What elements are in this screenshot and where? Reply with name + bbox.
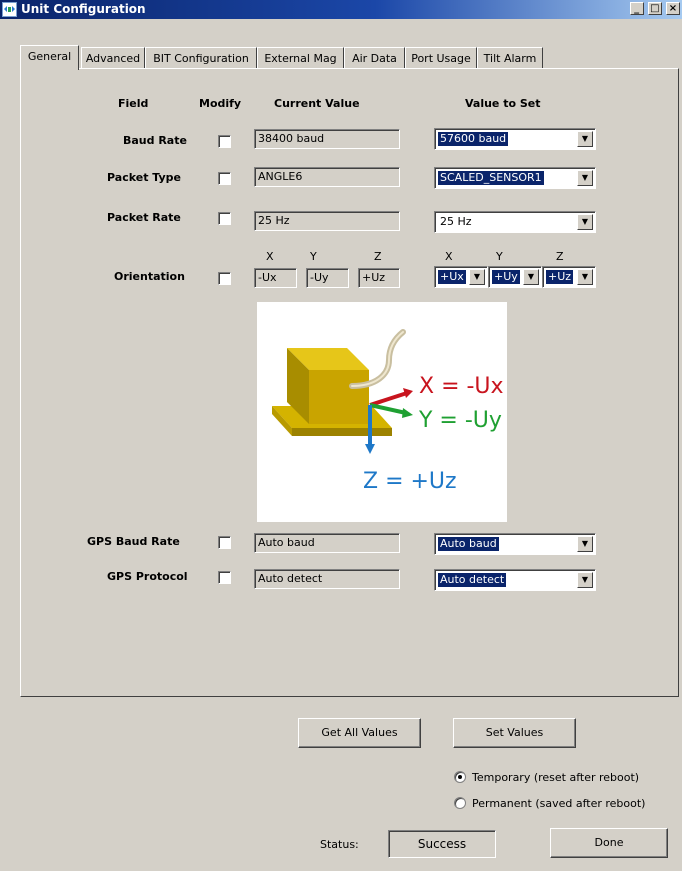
baud-rate-select-value: 57600 baud	[438, 132, 509, 146]
gps-baud-rate-current-value: Auto baud	[254, 533, 400, 553]
app-icon	[2, 2, 17, 17]
orientation-diagram: X = -Ux Y = -Uy Z = +Uz	[257, 302, 507, 522]
packet-type-label: Packet Type	[107, 171, 181, 184]
packet-type-modify-checkbox[interactable]	[218, 172, 231, 185]
current-x-axis-label: X	[266, 250, 274, 263]
field-header: Field	[118, 97, 149, 110]
set-x-axis-label: X	[445, 250, 453, 263]
status-value: Success	[388, 830, 496, 858]
modify-header: Modify	[199, 97, 242, 110]
window-title: Unit Configuration	[21, 2, 146, 16]
diagram-x-label: X = -Ux	[419, 374, 504, 399]
tab-port-usage[interactable]: Port Usage	[405, 47, 477, 69]
baud-rate-current-value: 38400 baud	[254, 129, 400, 149]
chevron-down-icon[interactable]: ▼	[469, 269, 485, 285]
maximize-button[interactable]: □	[647, 2, 662, 15]
temporary-radio-label: Temporary (reset after reboot)	[472, 771, 640, 784]
packet-type-current-value: ANGLE6	[254, 167, 400, 187]
set-z-axis-label: Z	[556, 250, 564, 263]
orientation-x-select[interactable]: +Ux ▼	[434, 266, 488, 288]
tab-tilt-alarm[interactable]: Tilt Alarm	[477, 47, 543, 69]
permanent-radio[interactable]	[454, 797, 466, 809]
packet-rate-modify-checkbox[interactable]	[218, 212, 231, 225]
chevron-down-icon[interactable]: ▼	[523, 269, 539, 285]
temporary-radio[interactable]	[454, 771, 466, 783]
gps-protocol-modify-checkbox[interactable]	[218, 571, 231, 584]
gps-protocol-current-value: Auto detect	[254, 569, 400, 589]
gps-protocol-label: GPS Protocol	[107, 570, 188, 583]
chevron-down-icon[interactable]: ▼	[577, 572, 593, 588]
current-y-axis-label: Y	[310, 250, 317, 263]
orientation-y-select[interactable]: +Uy ▼	[488, 266, 542, 288]
orientation-y-select-value: +Uy	[492, 270, 520, 284]
packet-rate-select[interactable]: 25 Hz ▼	[434, 211, 596, 233]
orientation-x-select-value: +Ux	[438, 270, 466, 284]
current-value-header: Current Value	[274, 97, 360, 110]
tab-external-mag[interactable]: External Mag	[257, 47, 344, 69]
packet-rate-current-value: 25 Hz	[254, 211, 400, 231]
close-button[interactable]: ×	[666, 2, 680, 15]
orientation-z-select[interactable]: +Uz ▼	[542, 266, 596, 288]
value-to-set-header: Value to Set	[465, 97, 541, 110]
orientation-current-x: -Ux	[254, 268, 297, 288]
tab-advanced[interactable]: Advanced	[81, 47, 145, 69]
done-button[interactable]: Done	[550, 828, 668, 858]
chevron-down-icon[interactable]: ▼	[577, 269, 593, 285]
chevron-down-icon[interactable]: ▼	[577, 131, 593, 147]
packet-rate-select-value: 25 Hz	[440, 215, 472, 228]
gps-baud-rate-select-value: Auto baud	[438, 537, 499, 551]
packet-type-select[interactable]: SCALED_SENSOR1 ▼	[434, 167, 596, 189]
orientation-label: Orientation	[114, 270, 185, 283]
diagram-y-label: Y = -Uy	[418, 408, 502, 433]
gps-protocol-select-value: Auto detect	[438, 573, 507, 587]
chevron-down-icon[interactable]: ▼	[577, 214, 593, 230]
tab-air-data[interactable]: Air Data	[344, 47, 405, 69]
orientation-z-select-value: +Uz	[546, 270, 574, 284]
baud-rate-label: Baud Rate	[123, 134, 187, 147]
gps-baud-rate-label: GPS Baud Rate	[87, 535, 180, 548]
minimize-button[interactable]: _	[629, 2, 644, 15]
gps-baud-rate-modify-checkbox[interactable]	[218, 536, 231, 549]
get-all-values-button[interactable]: Get All Values	[298, 718, 421, 748]
set-y-axis-label: Y	[496, 250, 503, 263]
diagram-z-label: Z = +Uz	[363, 469, 457, 494]
baud-rate-modify-checkbox[interactable]	[218, 135, 231, 148]
chevron-down-icon[interactable]: ▼	[577, 536, 593, 552]
tab-general[interactable]: General	[20, 45, 79, 70]
status-label: Status:	[320, 838, 359, 851]
chevron-down-icon[interactable]: ▼	[577, 170, 593, 186]
set-values-button[interactable]: Set Values	[453, 718, 576, 748]
permanent-radio-label: Permanent (saved after reboot)	[472, 797, 646, 810]
gps-protocol-select[interactable]: Auto detect ▼	[434, 569, 596, 591]
current-z-axis-label: Z	[374, 250, 382, 263]
baud-rate-select[interactable]: 57600 baud ▼	[434, 128, 596, 150]
gps-baud-rate-select[interactable]: Auto baud ▼	[434, 533, 596, 555]
orientation-current-z: +Uz	[358, 268, 400, 288]
orientation-modify-checkbox[interactable]	[218, 272, 231, 285]
title-bar: Unit Configuration _ □ ×	[0, 0, 682, 19]
orientation-current-y: -Uy	[306, 268, 349, 288]
tab-bit-configuration[interactable]: BIT Configuration	[145, 47, 257, 69]
packet-rate-label: Packet Rate	[107, 211, 181, 224]
packet-type-select-value: SCALED_SENSOR1	[438, 171, 544, 185]
